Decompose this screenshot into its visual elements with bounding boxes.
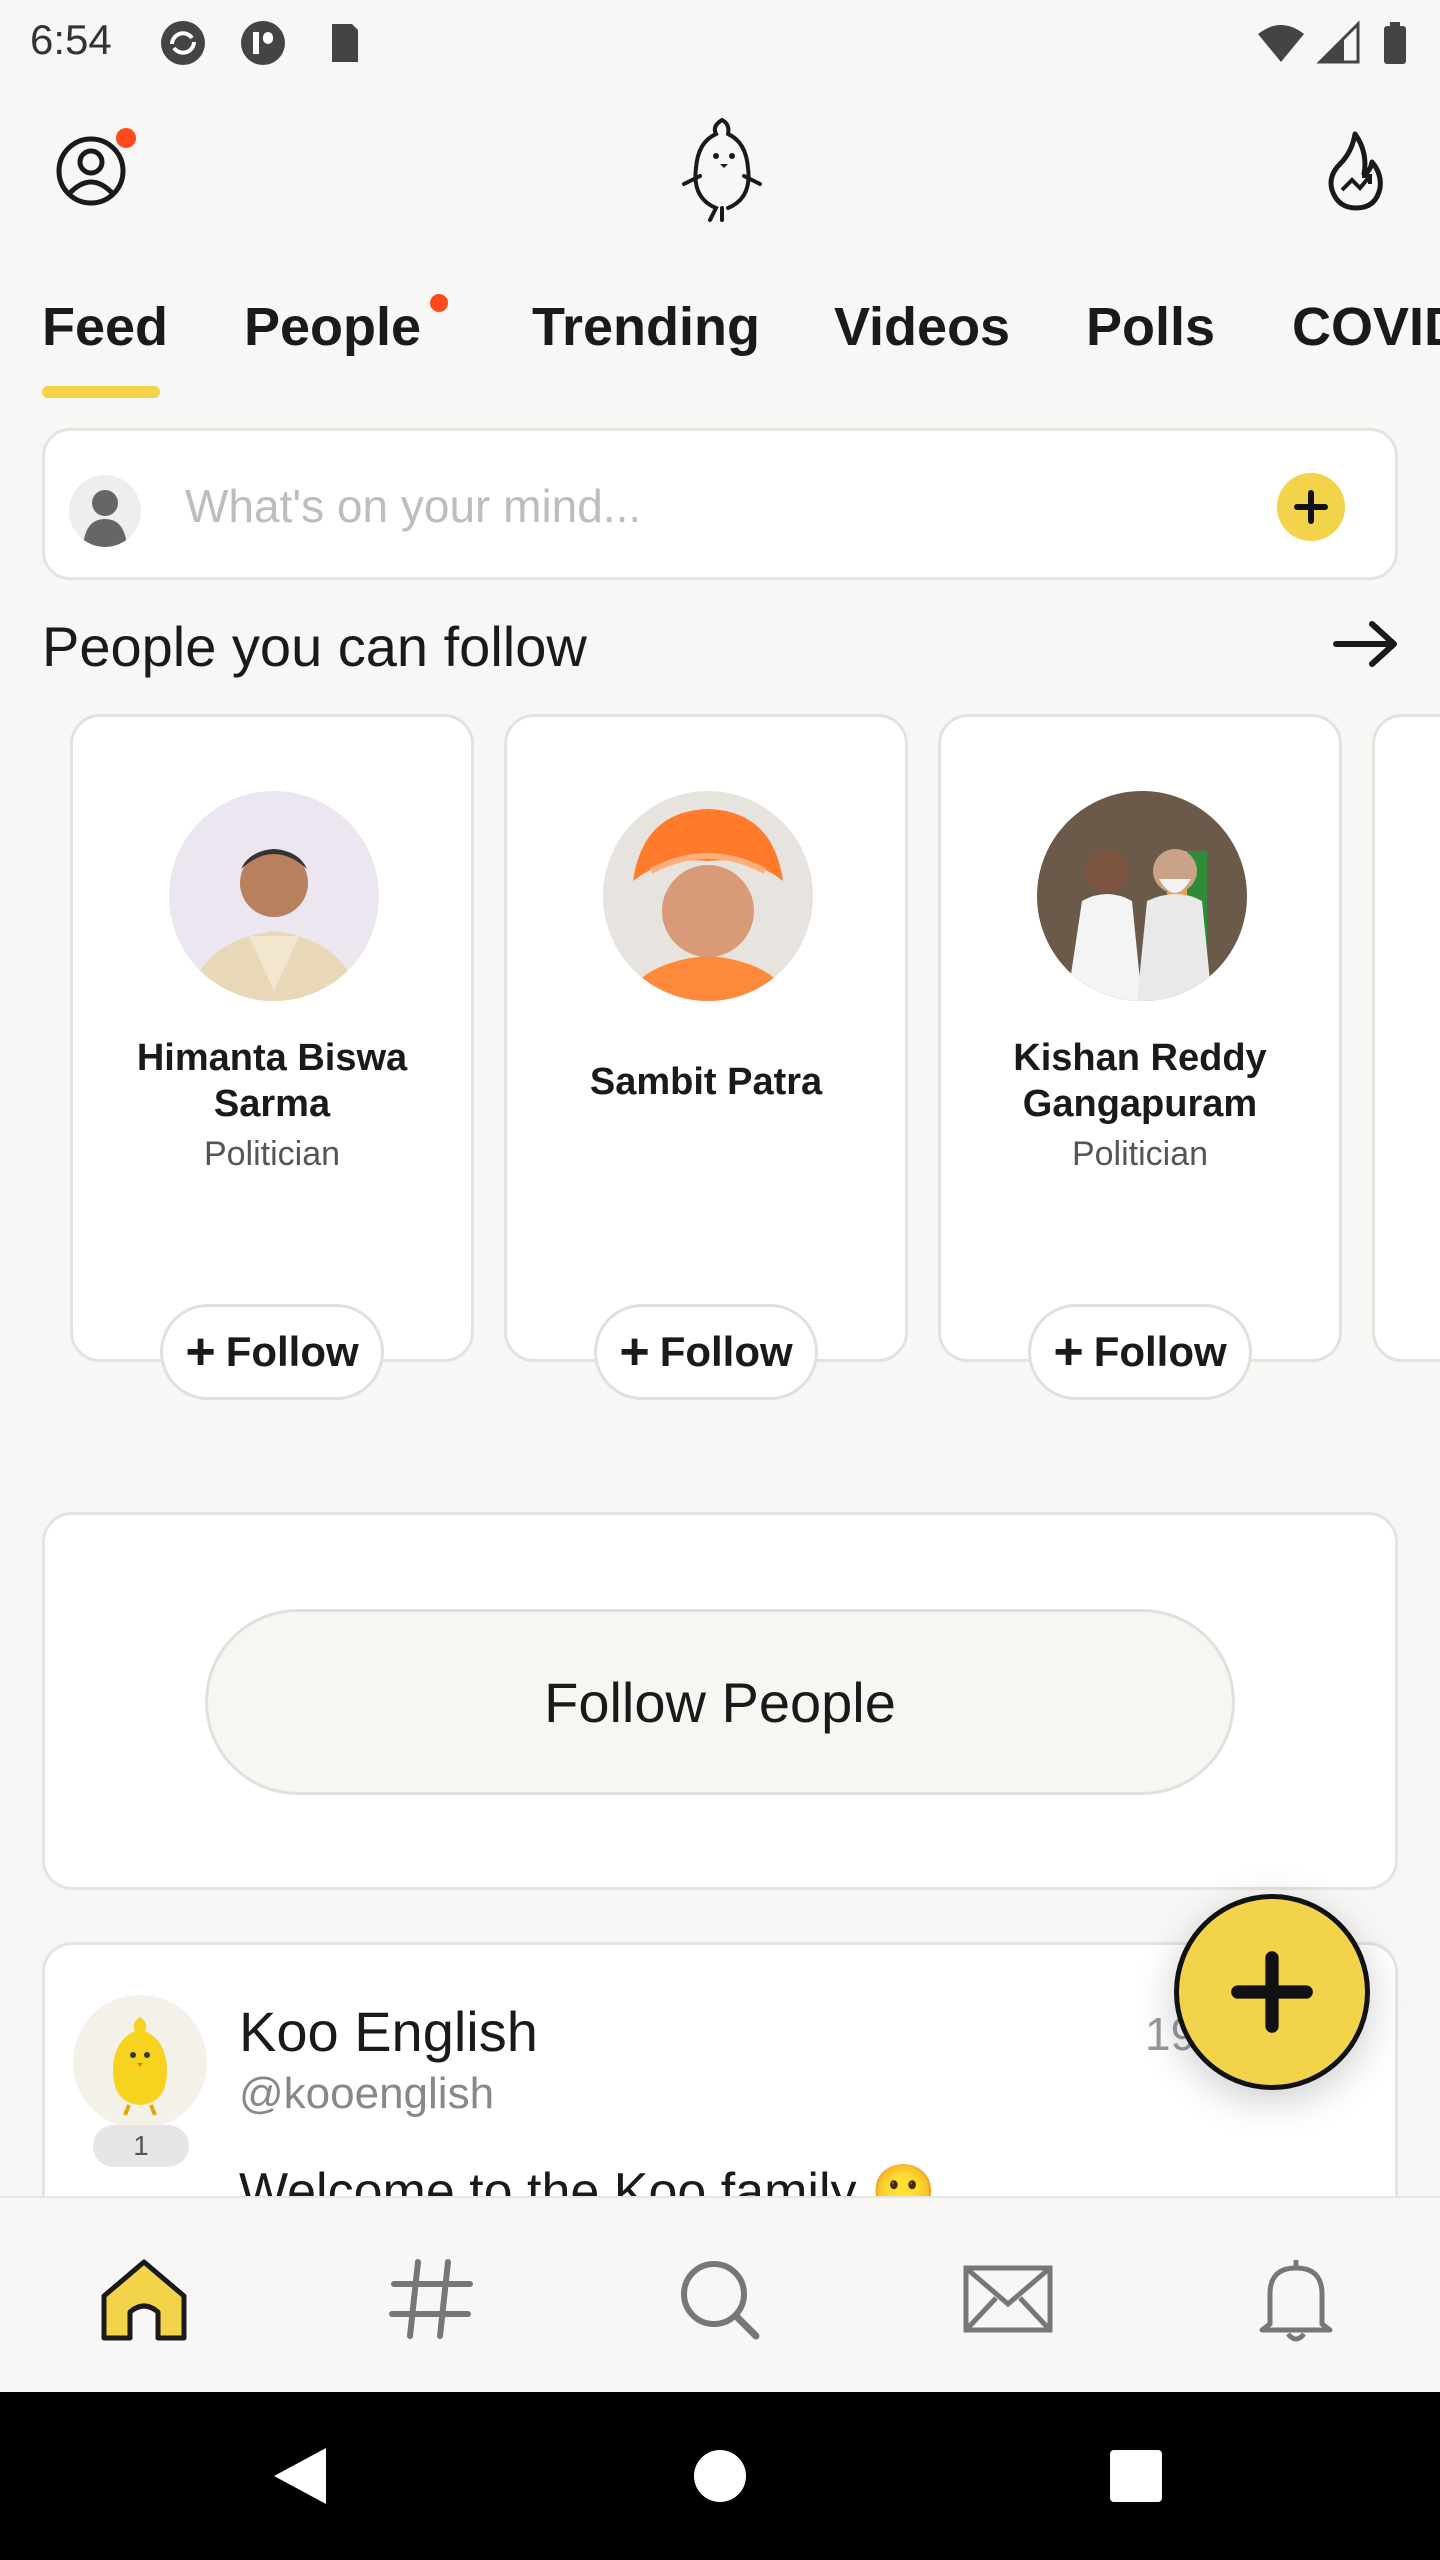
active-tab-indicator: [42, 386, 160, 398]
card-role: Politician: [1071, 1135, 1209, 1173]
follow-button[interactable]: + Follow: [1028, 1304, 1252, 1400]
plus-icon: +: [185, 1323, 216, 1381]
profile-notification-dot: [116, 128, 136, 148]
profile-photo: [603, 791, 813, 1001]
card-name: Himanta Biswa Sarma: [136, 1037, 408, 1125]
status-bar: 6:54: [0, 0, 1440, 84]
sd-card-icon: [332, 24, 358, 62]
wifi-icon: [1258, 25, 1304, 62]
bell-icon[interactable]: [1246, 2254, 1346, 2344]
post-author-name[interactable]: Koo English: [239, 1999, 538, 2064]
search-icon[interactable]: [670, 2254, 770, 2344]
card-role: Politician: [203, 1135, 341, 1173]
suggestion-card[interactable]: Himanta Biswa Sarma Politician: [70, 714, 474, 1362]
home-icon[interactable]: [94, 2254, 194, 2344]
profile-photo: [1037, 791, 1247, 1001]
suggestion-card[interactable]: Kishan Reddy Gangapuram Politician: [938, 714, 1342, 1362]
status-time: 6:54: [30, 16, 112, 63]
suggestion-card[interactable]: Sambit Patra: [504, 714, 908, 1362]
tab-people[interactable]: People: [244, 296, 421, 358]
create-post-fab[interactable]: [1174, 1894, 1370, 2090]
arrow-right-icon[interactable]: [1330, 616, 1402, 672]
tab-covid[interactable]: COVID: [1292, 296, 1440, 358]
tab-polls[interactable]: Polls: [1086, 296, 1215, 358]
follow-people-button[interactable]: Follow People: [205, 1609, 1235, 1795]
profile-photo: [169, 791, 379, 1001]
back-icon[interactable]: [270, 2444, 330, 2508]
trending-flame-icon[interactable]: [1310, 126, 1400, 216]
follower-badge: 1: [93, 2125, 189, 2167]
tab-trending[interactable]: Trending: [532, 296, 760, 358]
mail-icon[interactable]: [958, 2254, 1058, 2344]
card-name: Sambit Patra: [589, 1061, 823, 1103]
tab-videos[interactable]: Videos: [834, 296, 1010, 358]
follow-button[interactable]: + Follow: [594, 1304, 818, 1400]
plus-icon: +: [1053, 1323, 1084, 1381]
plus-icon: +: [619, 1323, 650, 1381]
composer-avatar: [69, 475, 141, 547]
bottom-navigation: [0, 2196, 1440, 2392]
people-tab-dot: [430, 294, 448, 312]
hashtag-icon[interactable]: [382, 2254, 482, 2344]
section-title: People you can follow: [42, 615, 587, 678]
tab-feed[interactable]: Feed: [42, 296, 168, 358]
post-author-handle[interactable]: @kooenglish: [239, 2069, 494, 2119]
signal-icon: [1316, 20, 1360, 64]
suggestion-card-partial[interactable]: [1372, 714, 1440, 1362]
sync-icon: [161, 21, 205, 65]
koo-chick-icon: [73, 1995, 207, 2129]
follow-people-section: Follow People: [42, 1512, 1398, 1890]
recents-icon[interactable]: [1110, 2450, 1162, 2502]
card-name: Kishan Reddy Gangapuram: [1013, 1037, 1267, 1125]
composer-add-icon[interactable]: [1277, 473, 1345, 541]
home-circle-icon[interactable]: [694, 2450, 746, 2502]
composer-placeholder: What's on your mind...: [185, 480, 642, 532]
battery-icon: [1384, 22, 1406, 64]
app-notification-icon: [241, 21, 285, 65]
follow-button[interactable]: + Follow: [160, 1304, 384, 1400]
system-navigation-bar: [0, 2392, 1440, 2560]
default-avatar-icon: [83, 490, 127, 547]
koo-bird-logo[interactable]: [676, 112, 768, 228]
post-composer[interactable]: What's on your mind...: [42, 428, 1398, 580]
author-avatar[interactable]: [73, 1995, 207, 2129]
